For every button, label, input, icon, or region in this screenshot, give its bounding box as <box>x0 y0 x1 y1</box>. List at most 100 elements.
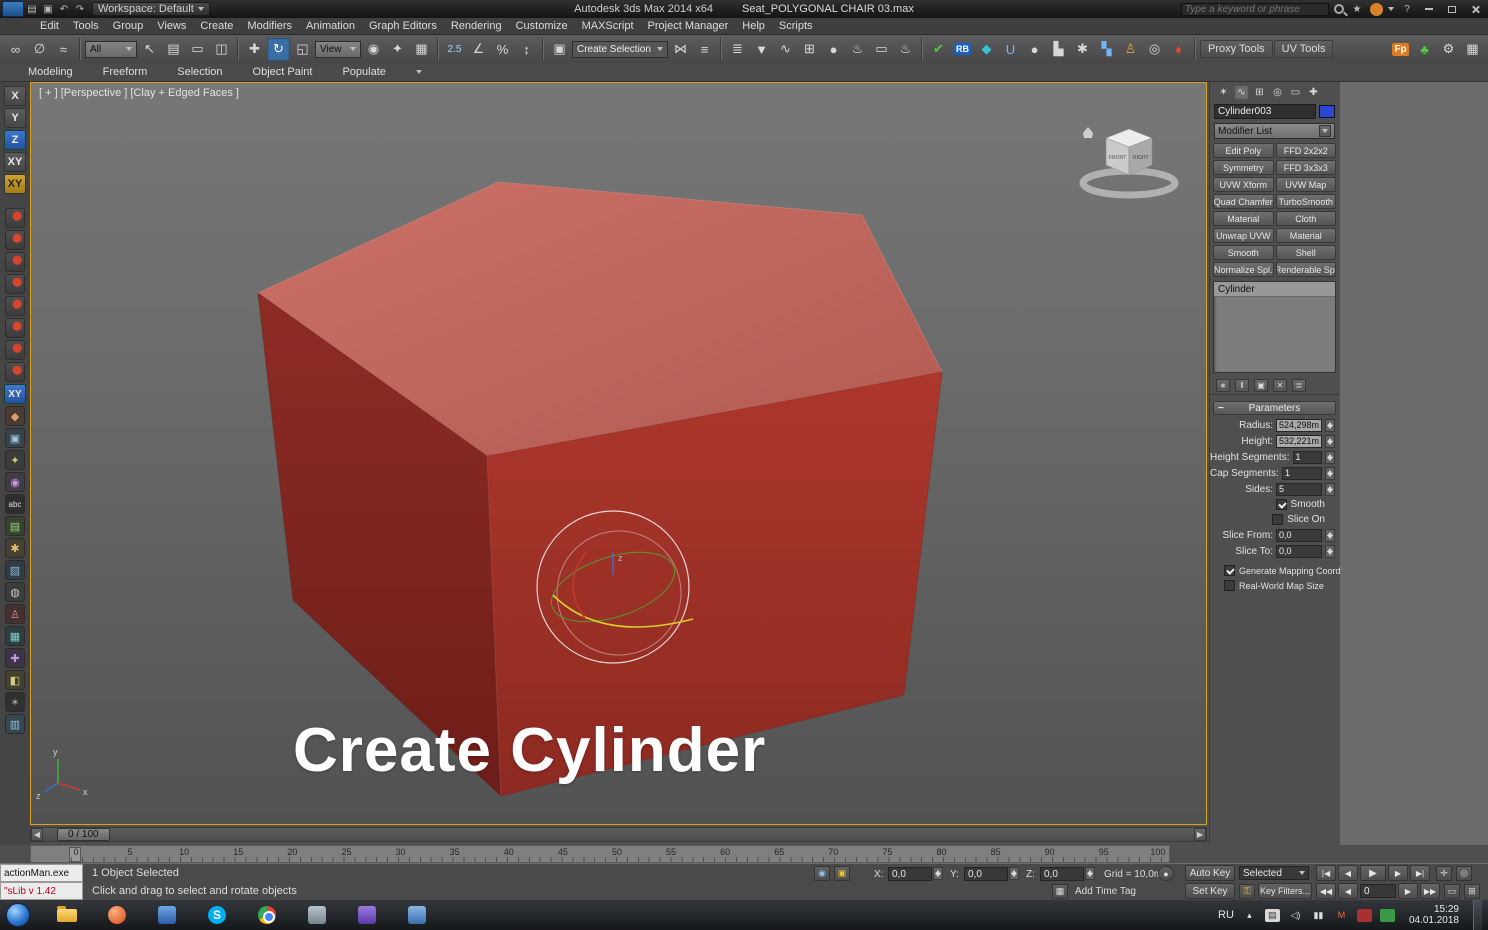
x-coordinate-field[interactable]: 0,0 <box>888 867 932 881</box>
uv-tools-button[interactable]: UV Tools <box>1273 40 1334 58</box>
skype-icon[interactable]: S <box>204 904 230 926</box>
menu-group[interactable]: Group <box>113 20 144 32</box>
slice-on-checkbox[interactable] <box>1272 514 1284 525</box>
rendered-frame-window-icon[interactable]: ▭ <box>870 38 893 61</box>
left-tool-icon[interactable] <box>5 362 25 382</box>
left-tool-icon[interactable]: ▨ <box>5 560 25 580</box>
height-spinner[interactable] <box>1325 434 1335 448</box>
sides-field[interactable]: 5 <box>1276 482 1322 496</box>
minimize-button[interactable] <box>1420 2 1438 16</box>
menu-modifiers[interactable]: Modifiers <box>247 20 292 32</box>
reference-coordinate-dropdown[interactable]: View <box>315 40 361 58</box>
left-tool-icon[interactable] <box>5 296 25 316</box>
bind-to-spacewarp-icon[interactable]: ≈ <box>52 38 75 61</box>
menu-scripts[interactable]: Scripts <box>779 20 813 32</box>
go-to-start-icon[interactable]: |◀ <box>1316 865 1336 881</box>
parameters-rollout-header[interactable]: − Parameters <box>1213 401 1336 415</box>
pan-view-icon[interactable]: ✛ <box>1436 866 1452 881</box>
use-pivot-center-icon[interactable]: ◉ <box>362 38 385 61</box>
y-spinner[interactable] <box>1009 867 1019 880</box>
select-scale-icon[interactable]: ◱ <box>291 38 314 61</box>
cylinder-object[interactable] <box>257 181 943 798</box>
left-tool-icon[interactable]: ✦ <box>5 450 25 470</box>
animate-scope-dropdown[interactable]: Selected <box>1239 866 1309 880</box>
rewind-icon[interactable]: ◀◀ <box>1316 883 1336 899</box>
antivirus-tray-icon[interactable] <box>1379 908 1395 922</box>
axis-x-button[interactable]: X <box>4 86 26 106</box>
viewcube[interactable]: FRONT RIGHT <box>1079 127 1179 199</box>
window-crossing-icon[interactable]: ◫ <box>210 38 233 61</box>
step-back-icon[interactable]: ◀ <box>1338 883 1358 899</box>
ribbon-toggle-icon[interactable]: ▼ <box>750 38 773 61</box>
maximize-button[interactable] <box>1443 2 1461 16</box>
axis-xy2-button[interactable]: XY <box>4 174 26 194</box>
modifier-button[interactable]: Normalize Spl. <box>1213 262 1274 277</box>
left-tool-icon[interactable]: ▣ <box>5 428 25 448</box>
next-frame-icon[interactable]: ▶ <box>1388 865 1408 881</box>
menu-tools[interactable]: Tools <box>73 20 99 32</box>
modifier-button[interactable]: FFD 2x2x2 <box>1275 143 1336 158</box>
character-tool-icon[interactable]: ♙ <box>1119 38 1142 61</box>
cap-segments-field[interactable]: 1 <box>1281 466 1322 480</box>
schematic-view-icon[interactable]: ⊞ <box>798 38 821 61</box>
app-logo-icon[interactable] <box>2 1 24 17</box>
language-indicator[interactable]: RU <box>1218 909 1234 921</box>
left-tool-icon[interactable]: ◉ <box>5 472 25 492</box>
redo-icon[interactable]: ↷ <box>72 2 88 16</box>
play-button[interactable]: ▶ <box>1360 865 1386 881</box>
real-world-checkbox[interactable] <box>1224 580 1235 591</box>
height-field[interactable]: 532,221m <box>1276 434 1322 448</box>
axis-xy-mid-button[interactable]: XY <box>4 384 26 404</box>
radius-field[interactable]: 524,298m <box>1276 418 1322 432</box>
menu-maxscript[interactable]: MAXScript <box>582 20 634 32</box>
tab-modeling[interactable]: Modeling <box>28 66 73 78</box>
maximize-viewport-icon[interactable]: ⊞ <box>1464 884 1480 899</box>
unlink-selection-icon[interactable]: ∅ <box>28 38 51 61</box>
slice-to-field[interactable]: 0,0 <box>1276 544 1322 558</box>
smooth-checkbox[interactable] <box>1275 499 1287 510</box>
time-slider-handle[interactable]: 0 / 100 <box>57 828 110 841</box>
left-tool-icon[interactable]: ✚ <box>5 648 25 668</box>
app-window-icon[interactable] <box>304 904 330 926</box>
modifier-button[interactable]: Renderable Spl <box>1275 262 1336 277</box>
forest-pack-icon[interactable]: Fp <box>1389 38 1412 61</box>
viewport-label[interactable]: [ + ] [Perspective ] [Clay + Edged Faces… <box>39 87 239 99</box>
object-color-swatch[interactable] <box>1319 105 1335 118</box>
tab-populate[interactable]: Populate <box>342 66 385 78</box>
red-tray-icon[interactable] <box>1356 908 1372 922</box>
curve-editor-icon[interactable]: ∿ <box>774 38 797 61</box>
photos-app-icon[interactable] <box>404 904 430 926</box>
region-select-icon[interactable]: ▭ <box>186 38 209 61</box>
zoom-view-icon[interactable]: ◎ <box>1456 866 1472 881</box>
update-tray-icon[interactable]: M <box>1334 909 1349 922</box>
start-button[interactable] <box>6 903 30 927</box>
select-manipulate-icon[interactable]: ✦ <box>386 38 409 61</box>
modifier-button[interactable]: FFD 3x3x3 <box>1275 160 1336 175</box>
help-icon[interactable]: ? <box>1399 2 1415 16</box>
modifier-button[interactable]: UVW Xform <box>1213 177 1274 192</box>
select-by-name-icon[interactable]: ▤ <box>162 38 185 61</box>
menu-edit[interactable]: Edit <box>40 20 59 32</box>
media-app-icon[interactable] <box>104 904 130 926</box>
left-tool-icon[interactable] <box>5 340 25 360</box>
axis-xy-button[interactable]: XY <box>4 152 26 172</box>
perspective-viewport[interactable]: z y x z FRONT RIGHT [ + ] [Perspective ]… <box>30 82 1207 825</box>
key-filters-button[interactable]: Key Filters... <box>1258 883 1312 899</box>
diamond-tool-icon[interactable]: ◆ <box>975 38 998 61</box>
railclone-icon[interactable]: RB <box>951 38 974 61</box>
remove-modifier-icon[interactable]: ✕ <box>1273 379 1287 392</box>
make-unique-icon[interactable]: ▣ <box>1254 379 1268 392</box>
y-coordinate-field[interactable]: 0,0 <box>964 867 1008 881</box>
utilities-tab-icon[interactable]: ✚ <box>1306 85 1321 100</box>
modifier-button[interactable]: Symmetry <box>1213 160 1274 175</box>
add-time-tag[interactable]: Add Time Tag <box>1075 886 1136 897</box>
modifier-button[interactable]: Material <box>1275 228 1336 243</box>
sides-spinner[interactable] <box>1325 482 1335 496</box>
object-name-field[interactable]: Cylinder003 <box>1214 104 1316 119</box>
slice-from-field[interactable]: 0,0 <box>1276 528 1322 542</box>
create-tab-icon[interactable]: ✶ <box>1216 85 1231 100</box>
select-rotate-icon[interactable]: ↻ <box>267 37 290 61</box>
chevron-down-icon[interactable] <box>1388 7 1394 11</box>
slider-next-icon[interactable]: ▶ <box>1194 828 1206 841</box>
left-tool-icon[interactable] <box>5 230 25 250</box>
